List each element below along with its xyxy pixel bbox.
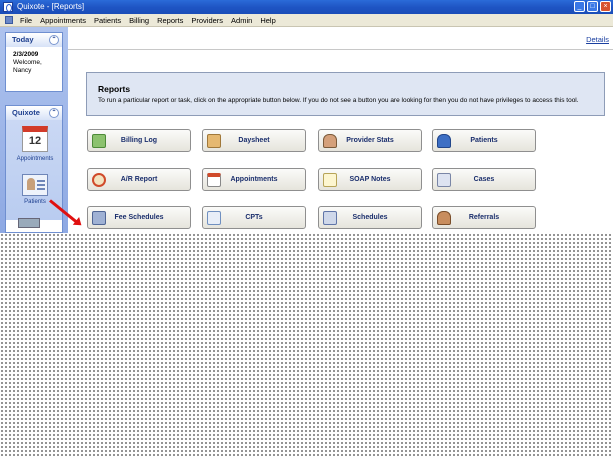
nav-appointments[interactable]: 12 Appointments <box>6 126 64 162</box>
reports-header-box: Reports To run a particular report or ta… <box>86 72 605 116</box>
calendar-icon: 12 <box>22 126 48 152</box>
sidebar: Today ⌃ 2/3/2009 Welcome, Nancy Quixote … <box>0 27 68 233</box>
quixote-header[interactable]: Quixote ⌃ <box>6 106 62 120</box>
soap-notes-label: SOAP Notes <box>349 176 391 183</box>
patients-icon <box>22 174 48 196</box>
fee-schedules-label: Fee Schedules <box>114 214 164 221</box>
details-link[interactable]: Details <box>586 35 609 44</box>
menu-help[interactable]: Help <box>256 14 279 27</box>
cpts-button[interactable]: CPTs <box>202 206 306 229</box>
today-date: 2/3/2009 <box>13 51 39 58</box>
nav-appointments-label: Appointments <box>16 156 54 162</box>
collapse-icon[interactable]: ⌃ <box>49 108 59 118</box>
menu-billing[interactable]: Billing <box>125 14 153 27</box>
today-heading: Today <box>12 35 34 44</box>
appointments-button[interactable]: Appointments <box>202 168 306 191</box>
patients-button[interactable]: Patients <box>432 129 536 152</box>
provider-icon <box>323 134 337 148</box>
keyboard-icon <box>323 211 337 225</box>
clipboard-icon <box>207 134 221 148</box>
user-name: Nancy <box>13 67 32 74</box>
clock-icon <box>92 173 106 187</box>
billing-log-icon <box>92 134 106 148</box>
minimize-button[interactable]: _ <box>574 1 585 12</box>
app-icon <box>3 2 13 12</box>
nav-patients[interactable]: Patients <box>6 174 64 205</box>
welcome-text: Welcome, <box>13 59 42 66</box>
cases-icon <box>437 173 451 187</box>
collapse-icon[interactable]: ⌃ <box>49 35 59 45</box>
cases-button[interactable]: Cases <box>432 168 536 191</box>
ar-report-button[interactable]: A/R Report <box>87 168 191 191</box>
calendar-icon <box>207 173 221 187</box>
menu-appointments[interactable]: Appointments <box>36 14 90 27</box>
billing-icon[interactable] <box>18 218 40 228</box>
quixote-panel: Quixote ⌃ 12 Appointments Patients <box>5 105 63 233</box>
reports-title: Reports <box>98 84 131 94</box>
menu-bar: File Appointments Patients Billing Repor… <box>0 14 613 27</box>
billing-log-button[interactable]: Billing Log <box>87 129 191 152</box>
today-body: 2/3/2009 Welcome, Nancy <box>6 47 62 75</box>
quixote-heading: Quixote <box>12 108 40 117</box>
group-icon <box>437 211 451 225</box>
star-icon <box>207 211 221 225</box>
schedules-label: Schedules <box>352 214 388 221</box>
notes-icon <box>323 173 337 187</box>
menu-reports[interactable]: Reports <box>153 14 187 27</box>
appointments-label: Appointments <box>230 176 278 183</box>
menu-providers[interactable]: Providers <box>187 14 227 27</box>
provider-stats-button[interactable]: Provider Stats <box>318 129 422 152</box>
calculator-icon <box>92 211 106 225</box>
divider <box>68 49 613 50</box>
provider-stats-label: Provider Stats <box>346 137 394 144</box>
menu-admin[interactable]: Admin <box>227 14 256 27</box>
dotted-overlay <box>0 233 613 457</box>
referrals-label: Referrals <box>468 214 500 221</box>
daysheet-label: Daysheet <box>238 137 270 144</box>
patients-label: Patients <box>470 137 498 144</box>
document-icon[interactable] <box>5 16 13 24</box>
menu-file[interactable]: File <box>16 14 36 27</box>
window-controls: _ □ × <box>574 1 611 12</box>
cases-label: Cases <box>473 176 495 183</box>
maximize-button[interactable]: □ <box>587 1 598 12</box>
menu-patients[interactable]: Patients <box>90 14 125 27</box>
billing-log-label: Billing Log <box>120 137 158 144</box>
main-content: Details Reports To run a particular repo… <box>68 27 613 233</box>
cpts-label: CPTs <box>245 214 263 221</box>
daysheet-button[interactable]: Daysheet <box>202 129 306 152</box>
soap-notes-button[interactable]: SOAP Notes <box>318 168 422 191</box>
fee-schedules-button[interactable]: Fee Schedules <box>87 206 191 229</box>
referrals-button[interactable]: Referrals <box>432 206 536 229</box>
title-bar: Quixote - [Reports] _ □ × <box>0 0 613 14</box>
window-title: Quixote - [Reports] <box>17 2 85 11</box>
close-button[interactable]: × <box>600 1 611 12</box>
ar-report-label: A/R Report <box>120 176 158 183</box>
schedules-button[interactable]: Schedules <box>318 206 422 229</box>
today-header[interactable]: Today ⌃ <box>6 33 62 47</box>
patient-icon <box>437 134 451 148</box>
reports-description: To run a particular report or task, clic… <box>98 97 579 104</box>
today-panel: Today ⌃ 2/3/2009 Welcome, Nancy <box>5 32 63 92</box>
